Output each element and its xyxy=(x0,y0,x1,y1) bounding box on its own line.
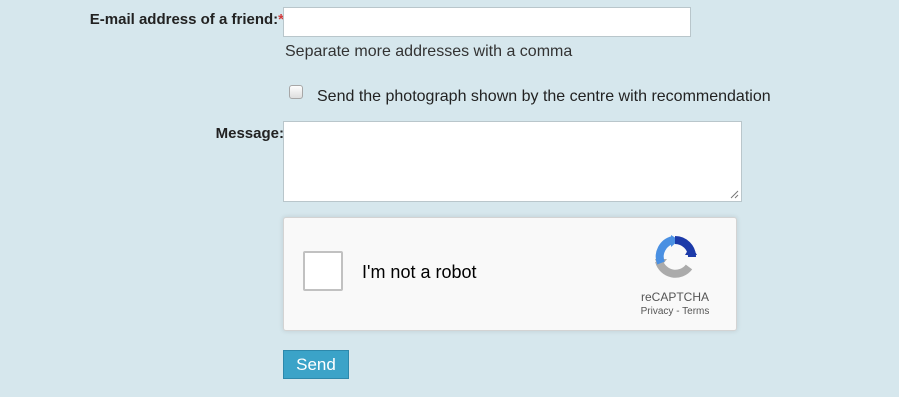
recaptcha-label: I'm not a robot xyxy=(362,262,477,282)
send-photo-checkbox[interactable] xyxy=(289,85,303,99)
email-hint: Separate more addresses with a comma xyxy=(285,43,573,60)
terms-link[interactable]: Terms xyxy=(682,306,709,317)
recaptcha-logo-icon xyxy=(655,235,697,278)
resize-grip-icon[interactable] xyxy=(729,189,739,199)
email-label-text: E-mail address of a friend: xyxy=(89,11,279,28)
send-button[interactable]: Send xyxy=(283,350,349,379)
message-label: Message: xyxy=(215,125,284,142)
recaptcha-widget: I'm not a robot reCAPTCHA Privacy - Term… xyxy=(283,217,737,331)
email-field[interactable] xyxy=(283,7,691,37)
privacy-link[interactable]: Privacy xyxy=(641,306,674,317)
send-photo-checkbox-label[interactable]: Send the photograph shown by the centre … xyxy=(317,88,771,106)
links-separator: - xyxy=(673,306,683,317)
recaptcha-brand: reCAPTCHA xyxy=(640,290,709,304)
recaptcha-checkbox[interactable] xyxy=(303,251,343,291)
email-label: E-mail address of a friend:* xyxy=(90,11,284,28)
recommend-form-panel: E-mail address of a friend:* Separate mo… xyxy=(0,0,899,397)
recaptcha-links: Privacy - Terms xyxy=(624,306,726,317)
message-textarea[interactable] xyxy=(283,121,742,202)
